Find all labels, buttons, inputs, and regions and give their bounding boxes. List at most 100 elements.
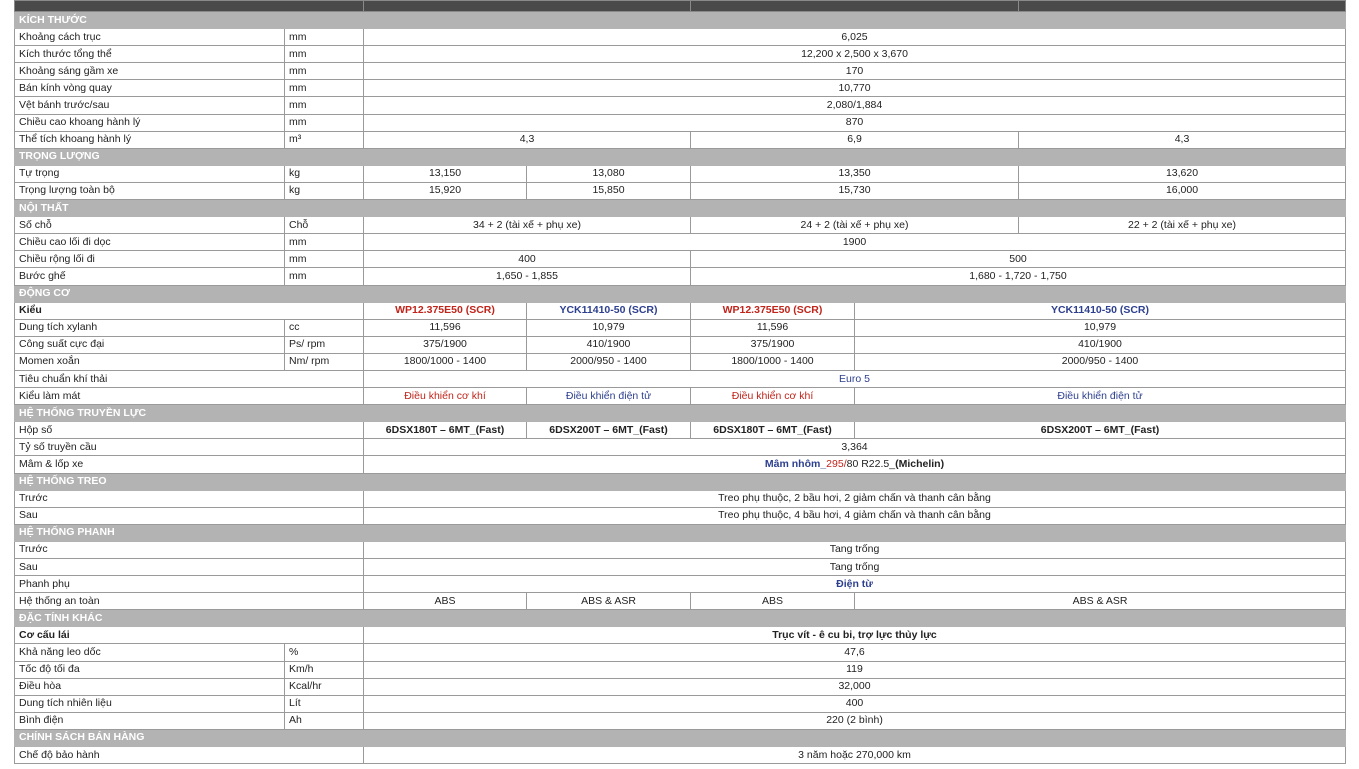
- row-label: Sau: [14, 506, 364, 525]
- table-row: Trước Treo phụ thuộc, 2 bầu hơi, 2 giảm …: [14, 489, 1346, 508]
- section-suspension: HỆ THỐNG TREO: [14, 472, 1346, 491]
- section-header: ĐẶC TÍNH KHÁC: [14, 609, 1346, 628]
- row-unit: mm: [284, 79, 364, 98]
- row-label: Tốc độ tối đa: [14, 660, 285, 679]
- row-value: 13,350: [690, 164, 1019, 183]
- row-value: 34 + 2 (tài xế + phụ xe): [363, 216, 691, 235]
- row-value: 13,620: [1018, 164, 1346, 183]
- table-row: Bước ghế mm 1,650 - 1,855 1,680 - 1,720 …: [14, 267, 1346, 286]
- row-value: WP12.375E50 (SCR): [363, 301, 527, 320]
- row-value: 10,979: [854, 318, 1346, 337]
- tyre-size: 80 R22.5_: [846, 457, 896, 470]
- row-unit: mm: [284, 250, 364, 269]
- table-row: Kiểu WP12.375E50 (SCR) YCK11410-50 (SCR)…: [14, 301, 1346, 320]
- table-row: Tiêu chuẩn khí thải Euro 5: [14, 369, 1346, 389]
- row-unit: Km/h: [284, 660, 364, 679]
- row-value: Mâm nhôm_295/80 R22.5_(Michelin): [363, 455, 1346, 474]
- section-weight: TRỌNG LƯỢNG: [14, 147, 1346, 166]
- row-label: Kích thước tổng thể: [14, 45, 285, 64]
- table-row: Chiều cao khoang hành lý mm 870: [14, 113, 1346, 132]
- row-value: 400: [363, 694, 1346, 713]
- row-value: ABS: [363, 592, 527, 611]
- row-value: Điều khiển cơ khí: [690, 387, 855, 406]
- section-interior: NỘI THẤT: [14, 199, 1346, 218]
- table-row: Hệ thống an toàn ABS ABS & ASR ABS ABS &…: [14, 592, 1346, 611]
- row-label: Chế độ bảo hành: [14, 746, 364, 765]
- table-row: Tự trọng kg 13,150 13,080 13,350 13,620: [14, 164, 1346, 183]
- row-unit: Ps/ rpm: [284, 335, 364, 354]
- row-label: Tự trọng: [14, 164, 285, 183]
- row-label: Điều hòa: [14, 677, 285, 696]
- row-unit: mm: [284, 62, 364, 81]
- section-header: HỆ THỐNG TREO: [14, 472, 1346, 491]
- row-label: Mâm & lốp xe: [14, 455, 364, 474]
- row-value: 375/1900: [690, 335, 855, 354]
- table-row: Khả năng leo dốc % 47,6: [14, 643, 1346, 662]
- row-value: 1900: [363, 233, 1346, 252]
- row-value: Điều khiển điện tử: [526, 387, 691, 406]
- row-value: Treo phụ thuộc, 2 bầu hơi, 2 giảm chấn v…: [363, 489, 1346, 508]
- row-label: Kiểu làm mát: [14, 387, 364, 406]
- table-row: Vệt bánh trước/sau mm 2,080/1,884: [14, 96, 1346, 115]
- row-value: 400: [363, 250, 691, 269]
- table-row: Số chỗ Chỗ 34 + 2 (tài xế + phụ xe) 24 +…: [14, 216, 1346, 235]
- table-row: Cơ cấu lái Trục vít - ê cu bi, trợ lực t…: [14, 626, 1346, 645]
- row-value: 11,596: [690, 318, 855, 337]
- row-label: Số chỗ: [14, 216, 285, 235]
- table-row: Chiều cao lối đi dọc mm 1900: [14, 233, 1346, 252]
- row-unit: Nm/ rpm: [284, 352, 364, 371]
- table-row: Chế độ bảo hành 3 năm hoặc 270,000 km: [14, 746, 1346, 765]
- row-unit: mm: [284, 113, 364, 132]
- section-header: TRỌNG LƯỢNG: [14, 147, 1346, 166]
- section-header: ĐỘNG CƠ: [14, 284, 1346, 303]
- row-unit: Kcal/hr: [284, 677, 364, 696]
- row-label: Bước ghế: [14, 267, 285, 286]
- row-label: Trước: [14, 540, 364, 560]
- row-value: Treo phụ thuộc, 4 bầu hơi, 4 giảm chấn v…: [363, 506, 1346, 525]
- row-unit: mm: [284, 28, 364, 47]
- row-label: Kiểu: [14, 301, 364, 320]
- row-label: Trước: [14, 489, 364, 508]
- table-row: Dung tích nhiên liệu Lít 400: [14, 694, 1346, 713]
- row-value: 47,6: [363, 643, 1346, 662]
- row-value: 2000/950 - 1400: [526, 352, 691, 371]
- row-label: Khoảng cách trục: [14, 28, 285, 47]
- row-unit: m³: [284, 130, 364, 149]
- table-row: Sau Tang trống: [14, 557, 1346, 577]
- table-row: Sau Treo phụ thuộc, 4 bầu hơi, 4 giảm ch…: [14, 506, 1346, 525]
- section-header: CHÍNH SÁCH BÁN HÀNG: [14, 728, 1346, 748]
- row-value: 6DSX180T – 6MT_(Fast): [363, 421, 527, 440]
- row-value: 6,9: [690, 130, 1019, 149]
- section-header: HỆ THỐNG PHANH: [14, 523, 1346, 542]
- row-value: 170: [363, 62, 1346, 81]
- row-value: YCK11410-50 (SCR): [854, 301, 1346, 320]
- row-value: 6DSX200T – 6MT_(Fast): [854, 421, 1346, 440]
- section-engine: ĐỘNG CƠ: [14, 284, 1346, 303]
- row-value: Trục vít - ê cu bi, trợ lực thủy lực: [363, 626, 1346, 645]
- row-value: 1800/1000 - 1400: [690, 352, 855, 371]
- row-value: 6DSX180T – 6MT_(Fast): [690, 421, 855, 440]
- row-label: Hệ thống an toàn: [14, 592, 364, 611]
- row-value: 16,000: [1018, 181, 1346, 201]
- table-row: Khoảng sáng gầm xe mm 170: [14, 62, 1346, 81]
- row-label: Vệt bánh trước/sau: [14, 96, 285, 115]
- row-label: Dung tích nhiên liệu: [14, 694, 285, 713]
- section-dims: KÍCH THƯỚC: [14, 10, 1346, 30]
- row-unit: mm: [284, 267, 364, 286]
- table-row: Dung tích xylanh cc 11,596 10,979 11,596…: [14, 318, 1346, 337]
- row-unit: mm: [284, 45, 364, 64]
- row-label: Khả năng leo dốc: [14, 643, 285, 662]
- table-row: Momen xoắn Nm/ rpm 1800/1000 - 1400 2000…: [14, 352, 1346, 371]
- table-row: Tỷ số truyền cầu 3,364: [14, 438, 1346, 457]
- table-row: Thể tích khoang hành lý m³ 4,3 6,9 4,3: [14, 130, 1346, 149]
- row-unit: Ah: [284, 711, 364, 730]
- row-value: ABS & ASR: [526, 592, 691, 611]
- row-value: 1800/1000 - 1400: [363, 352, 527, 371]
- row-value: Tang trống: [363, 557, 1346, 577]
- row-label: Công suất cực đại: [14, 335, 285, 354]
- table-row: Hộp số 6DSX180T – 6MT_(Fast) 6DSX200T – …: [14, 421, 1346, 440]
- row-label: Tiêu chuẩn khí thải: [14, 369, 364, 389]
- row-label: Sau: [14, 557, 364, 577]
- row-value: Điều khiển điện tử: [854, 387, 1346, 406]
- row-label: Bình điện: [14, 711, 285, 730]
